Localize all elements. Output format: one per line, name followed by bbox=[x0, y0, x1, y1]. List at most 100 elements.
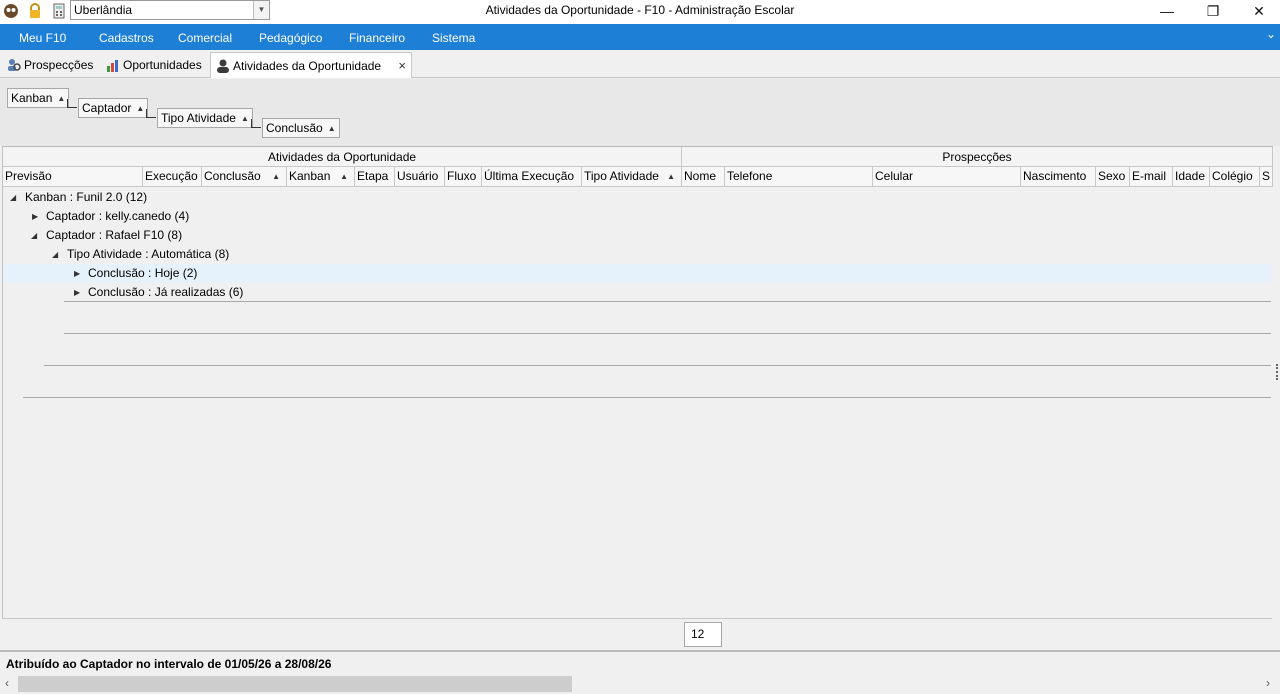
column-kanban[interactable]: Kanban ▲ bbox=[287, 167, 355, 186]
document-tabs: Prospecções Oportunidades Atividades da … bbox=[0, 50, 1280, 78]
group-conclusao[interactable]: Conclusão ▲ bbox=[262, 118, 340, 138]
activities-grid: Atividades da Oportunidade Prospecções P… bbox=[2, 146, 1273, 618]
group-row-label: Tipo Atividade : Automática (8) bbox=[67, 247, 230, 261]
status-bar: Atribuído ao Captador no intervalo de 01… bbox=[0, 650, 1280, 674]
horizontal-scrollbar[interactable]: ‹ › bbox=[0, 674, 1280, 694]
group-row-tipo-atividade[interactable]: ◢ Tipo Atividade : Automática (8) bbox=[3, 245, 1271, 264]
expanded-icon[interactable]: ◢ bbox=[10, 188, 16, 207]
summary-count: 12 bbox=[684, 622, 722, 647]
tab-label: Prospecções bbox=[24, 58, 94, 72]
group-row-label: Captador : kelly.canedo (4) bbox=[46, 209, 190, 223]
column-label: Kanban bbox=[289, 169, 331, 183]
user-icon bbox=[217, 59, 229, 73]
close-icon[interactable]: × bbox=[398, 53, 406, 79]
column-etapa[interactable]: Etapa bbox=[355, 167, 395, 186]
group-captador[interactable]: Captador ▲ bbox=[78, 98, 149, 118]
column-conclusao[interactable]: Conclusão ▲ bbox=[202, 167, 287, 186]
group-row-label: Conclusão : Já realizadas (6) bbox=[88, 285, 244, 299]
tab-label: Atividades da Oportunidade bbox=[233, 59, 382, 73]
column-colegio[interactable]: Colégio bbox=[1210, 167, 1260, 186]
column-execucao[interactable]: Execução bbox=[143, 167, 202, 186]
chart-icon bbox=[107, 60, 118, 72]
band-atividades[interactable]: Atividades da Oportunidade bbox=[3, 147, 682, 167]
minimize-button[interactable]: — bbox=[1144, 0, 1190, 22]
column-nome[interactable]: Nome bbox=[682, 167, 725, 186]
restore-button[interactable]: ❐ bbox=[1190, 0, 1236, 22]
group-row-captador-kelly[interactable]: ▶ Captador : kelly.canedo (4) bbox=[3, 207, 1271, 226]
band-header-row: Atividades da Oportunidade Prospecções bbox=[3, 146, 1273, 167]
group-footer-line bbox=[44, 365, 1271, 366]
group-label: Conclusão bbox=[266, 121, 323, 135]
scrollbar-thumb[interactable] bbox=[18, 676, 572, 692]
group-connector bbox=[67, 99, 77, 108]
footer-divider bbox=[2, 618, 1272, 619]
sort-asc-icon: ▲ bbox=[57, 94, 66, 103]
tab-atividades-oportunidade[interactable]: Atividades da Oportunidade × bbox=[210, 52, 412, 78]
group-row-kanban[interactable]: ◢ Kanban : Funil 2.0 (12) bbox=[3, 188, 1271, 207]
group-connector bbox=[146, 109, 156, 118]
column-ultima-execucao[interactable]: Última Execução bbox=[482, 167, 582, 186]
column-telefone[interactable]: Telefone bbox=[725, 167, 873, 186]
column-usuario[interactable]: Usuário bbox=[395, 167, 445, 186]
group-label: Tipo Atividade bbox=[161, 111, 236, 125]
title-bar: Uberlândia ▼ Atividades da Oportunidade … bbox=[0, 0, 1280, 24]
close-window-button[interactable]: ✕ bbox=[1236, 0, 1280, 22]
group-row-conclusao-realizadas[interactable]: ▶ Conclusão : Já realizadas (6) bbox=[3, 283, 1271, 302]
group-label: Captador bbox=[82, 101, 132, 115]
scroll-right-icon[interactable]: › bbox=[1266, 676, 1270, 690]
group-row-conclusao-hoje[interactable]: ▶ Conclusão : Hoje (2) bbox=[3, 264, 1271, 283]
group-by-panel: Kanban ▲ Captador ▲ Tipo Atividade ▲ Conclu… bbox=[0, 79, 1280, 146]
menu-sistema[interactable]: Sistema bbox=[432, 31, 475, 45]
scroll-left-icon[interactable]: ‹ bbox=[5, 676, 9, 690]
collapsed-icon[interactable]: ▶ bbox=[74, 264, 80, 283]
menu-financeiro[interactable]: Financeiro bbox=[349, 31, 405, 45]
sort-asc-icon: ▲ bbox=[272, 172, 280, 181]
chevron-down-icon[interactable]: ⌄ bbox=[1266, 27, 1276, 41]
group-row-label: Captador : Rafael F10 (8) bbox=[46, 228, 183, 242]
column-nascimento[interactable]: Nascimento bbox=[1021, 167, 1096, 186]
tab-prospeccoes[interactable]: Prospecções bbox=[2, 52, 93, 78]
group-footer-line bbox=[23, 397, 1271, 398]
menu-bar: Meu F10 Cadastros Comercial Pedagógico F… bbox=[0, 24, 1280, 50]
group-row-label: Kanban : Funil 2.0 (12) bbox=[25, 190, 148, 204]
column-s[interactable]: S bbox=[1260, 167, 1273, 186]
collapsed-icon[interactable]: ▶ bbox=[74, 283, 80, 302]
column-label: Tipo Atividade bbox=[584, 169, 659, 183]
sort-asc-icon: ▲ bbox=[240, 114, 249, 123]
group-footer-line bbox=[64, 301, 1271, 302]
column-label: Conclusão bbox=[204, 169, 261, 183]
sort-asc-icon: ▲ bbox=[327, 124, 336, 133]
column-tipo-atividade[interactable]: Tipo Atividade ▲ bbox=[582, 167, 682, 186]
column-idade[interactable]: Idade bbox=[1173, 167, 1210, 186]
sort-asc-icon: ▲ bbox=[136, 104, 145, 113]
column-header-row: Previsão Execução Conclusão ▲ Kanban ▲ Eta… bbox=[3, 167, 1273, 187]
group-kanban[interactable]: Kanban ▲ bbox=[7, 88, 70, 108]
column-previsao[interactable]: Previsão bbox=[3, 167, 143, 186]
tab-label: Oportunidades bbox=[123, 58, 202, 72]
group-connector bbox=[251, 119, 261, 128]
expanded-icon[interactable]: ◢ bbox=[52, 245, 58, 264]
menu-pedagogico[interactable]: Pedagógico bbox=[259, 31, 322, 45]
band-prospeccoes[interactable]: Prospecções bbox=[682, 147, 1273, 167]
collapsed-icon[interactable]: ▶ bbox=[32, 207, 38, 226]
group-row-label: Conclusão : Hoje (2) bbox=[88, 266, 198, 280]
column-sexo[interactable]: Sexo bbox=[1096, 167, 1130, 186]
column-celular[interactable]: Celular bbox=[873, 167, 1021, 186]
group-tipo-atividade[interactable]: Tipo Atividade ▲ bbox=[157, 108, 253, 128]
group-label: Kanban bbox=[11, 91, 53, 105]
sort-asc-icon: ▲ bbox=[667, 172, 675, 181]
menu-meu-f10[interactable]: Meu F10 bbox=[19, 31, 66, 45]
sort-asc-icon: ▲ bbox=[340, 172, 348, 181]
group-footer-line bbox=[64, 333, 1271, 334]
people-search-icon bbox=[8, 59, 21, 71]
tab-oportunidades[interactable]: Oportunidades bbox=[101, 52, 202, 78]
column-fluxo[interactable]: Fluxo bbox=[445, 167, 482, 186]
expanded-icon[interactable]: ◢ bbox=[31, 226, 37, 245]
menu-cadastros[interactable]: Cadastros bbox=[99, 31, 154, 45]
column-email[interactable]: E-mail bbox=[1130, 167, 1173, 186]
window-title: Atividades da Oportunidade - F10 - Admin… bbox=[485, 3, 795, 17]
status-text: Atribuído ao Captador no intervalo de 01… bbox=[6, 657, 332, 671]
splitter-grip[interactable] bbox=[1276, 364, 1280, 380]
group-row-captador-rafael[interactable]: ◢ Captador : Rafael F10 (8) bbox=[3, 226, 1271, 245]
menu-comercial[interactable]: Comercial bbox=[178, 31, 232, 45]
